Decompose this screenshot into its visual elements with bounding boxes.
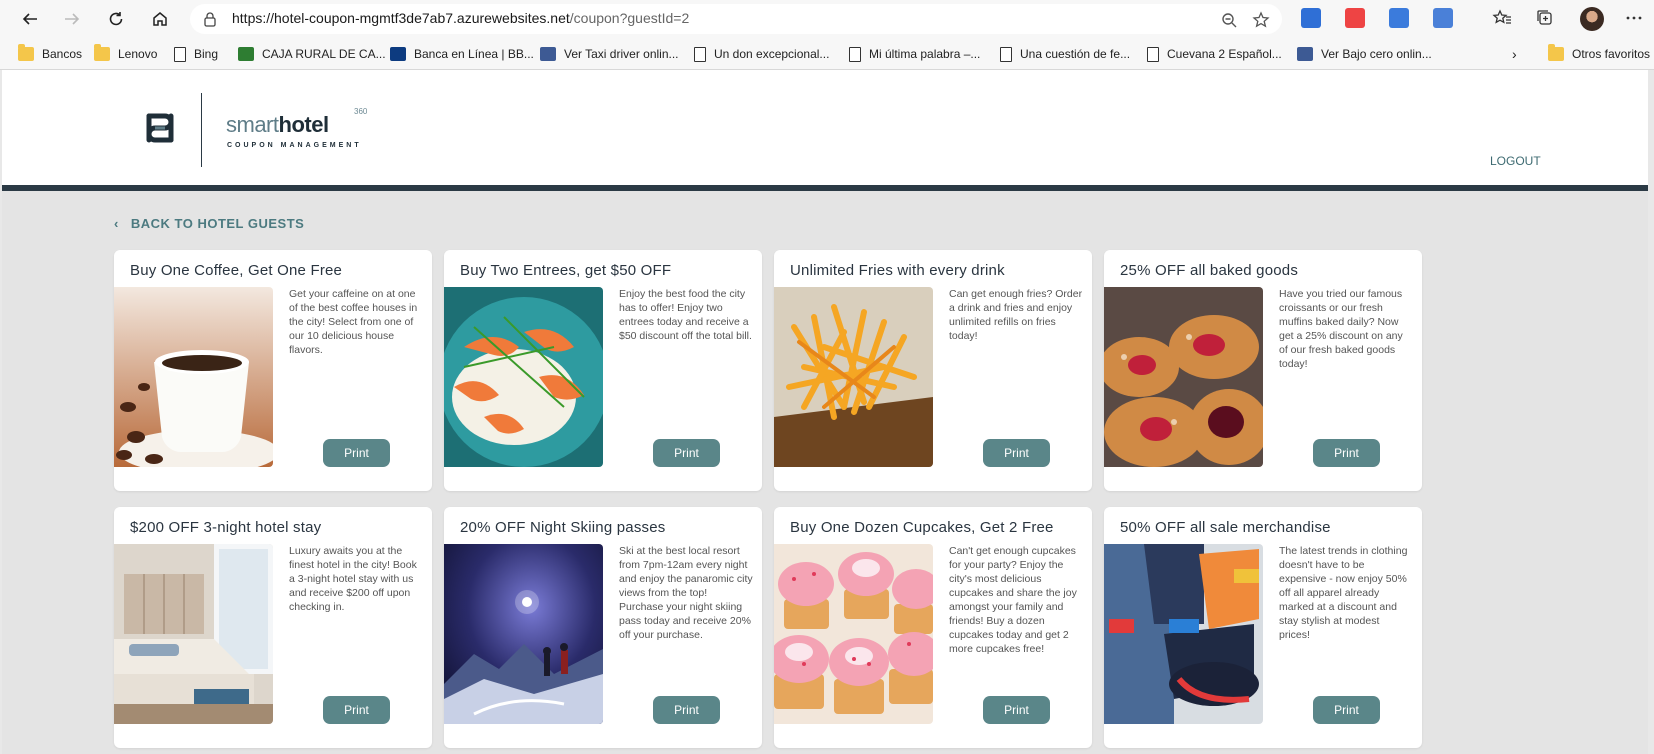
bookmarks-bar: Bancos Lenovo Bing CAJA RURAL DE CA... B… [0,38,1654,70]
coupon-card: Buy One Dozen Cupcakes, Get 2 Free Can't… [774,507,1092,748]
address-bar[interactable]: https://hotel-coupon-mgmtf3de7ab7.azurew… [190,4,1282,34]
add-favorite-star-icon[interactable] [1252,11,1270,29]
coupon-card: 25% OFF all baked goods Have you tried o… [1104,250,1422,491]
print-button[interactable]: Print [323,696,390,724]
sale-clothing-image [1104,544,1263,724]
video-icon [540,47,556,61]
pastries-image [1104,287,1263,467]
bookmark-otros-favoritos[interactable]: Otros favoritos [1548,44,1650,63]
page-icon [174,46,186,62]
brand-name: smarthotel [226,112,329,137]
print-button[interactable]: Print [983,696,1050,724]
folder-icon [1548,44,1564,61]
bookmark-una-cuestion[interactable]: Una cuestión de fe... [1000,45,1130,63]
bookmark-bancos[interactable]: Bancos [18,44,82,63]
smarthotel-logo-icon [146,113,174,143]
print-button[interactable]: Print [983,439,1050,467]
browser-toolbar: https://hotel-coupon-mgmtf3de7ab7.azurew… [0,0,1654,38]
bank-icon [238,47,254,61]
logout-link[interactable]: LOGOUT [1490,154,1541,168]
page-icon [694,46,706,62]
print-button[interactable]: Print [653,439,720,467]
print-button[interactable]: Print [653,696,720,724]
print-button[interactable]: Print [1313,439,1380,467]
bookmark-caja-rural[interactable]: CAJA RURAL DE CA... [238,45,386,63]
french-fries-image [774,287,933,467]
chevron-right-icon[interactable]: › [1512,45,1517,63]
coupon-card: 50% OFF all sale merchandise The latest … [1104,507,1422,748]
coupon-title: Buy Two Entrees, get $50 OFF [460,262,672,279]
coupon-description: Ski at the best local resort from 7pm-12… [619,545,753,641]
coupon-card: Buy Two Entrees, get $50 OFF Enjoy the b… [444,250,762,491]
coupon-title: 50% OFF all sale merchandise [1120,519,1331,536]
bookmark-cuevana[interactable]: Cuevana 2 Español... [1147,45,1282,63]
bookmark-lenovo[interactable]: Lenovo [94,44,157,63]
coupon-title: 25% OFF all baked goods [1120,262,1299,279]
back-arrow-icon[interactable] [18,7,42,31]
coupon-description: Luxury awaits you at the finest hotel in… [289,545,417,613]
video-icon [1297,47,1313,61]
grammar-extension-icon[interactable] [1433,8,1453,28]
folder-icon [94,44,110,61]
bookmark-taxi-driver[interactable]: Ver Taxi driver onlin... [540,45,679,63]
forward-arrow-icon[interactable] [60,7,84,31]
favorites-icon[interactable] [1492,8,1512,28]
coupon-title: 20% OFF Night Skiing passes [460,519,666,536]
cupcakes-image [774,544,933,724]
coupon-description: Can get enough fries? Order a drink and … [949,288,1083,342]
brand-superscript: 360 [354,107,368,116]
coupon-description: Can't get enough cupcakes for your party… [949,545,1077,655]
reload-icon[interactable] [104,7,128,31]
coupon-card: Buy One Coffee, Get One Free Get your ca… [114,250,432,491]
coupon-description: Enjoy the best food the city has to offe… [619,288,752,342]
coupon-title: $200 OFF 3-night hotel stay [130,519,322,536]
coupon-card: 20% OFF Night Skiing passes Ski at the b… [444,507,762,748]
folder-icon [18,44,34,61]
collections-icon[interactable] [1535,8,1555,28]
brand-subtitle: COUPON MANAGEMENT [227,142,362,149]
bookmark-un-don[interactable]: Un don excepcional... [694,45,829,63]
screen-extension-icon[interactable] [1389,8,1409,28]
hotel-room-image [114,544,273,724]
shrimp-dish-image [444,287,603,467]
coffee-cup-image [114,287,273,467]
page-icon [1000,46,1012,62]
bookmark-mi-ultima[interactable]: Mi última palabra –... [849,45,980,63]
lock-icon[interactable] [202,11,218,27]
coupon-description: The latest trends in clothing doesn't ha… [1279,545,1408,641]
chevron-left-icon: ‹ [114,216,119,231]
more-menu-icon[interactable] [1624,8,1644,28]
coupon-title: Buy One Coffee, Get One Free [130,262,343,279]
translate-extension-icon[interactable] [1301,8,1321,28]
bank-icon [390,47,406,61]
url-text[interactable]: https://hotel-coupon-mgmtf3de7ab7.azurew… [232,10,689,26]
logo-divider [201,93,202,167]
bookmark-bing[interactable]: Bing [174,45,218,63]
coupon-title: Unlimited Fries with every drink [790,262,1005,279]
pdf-extension-icon[interactable] [1345,8,1365,28]
home-icon[interactable] [148,7,172,31]
coupon-description: Get your caffeine on at one of the best … [289,288,418,356]
back-link-label: BACK TO HOTEL GUESTS [130,216,305,231]
coupon-card: Unlimited Fries with every drink Can get… [774,250,1092,491]
profile-avatar[interactable] [1580,7,1604,31]
print-button[interactable]: Print [1313,696,1380,724]
site-header: smarthotel 360 COUPON MANAGEMENT LOGOUT [2,70,1648,191]
page-icon [1147,46,1159,62]
coupon-card: $200 OFF 3-night hotel stay Luxury await… [114,507,432,748]
page-icon [849,46,861,62]
back-to-guests-link[interactable]: ‹ BACK TO HOTEL GUESTS [114,216,304,231]
page-content: smarthotel 360 COUPON MANAGEMENT LOGOUT … [2,70,1648,754]
bookmark-bajo-cero[interactable]: Ver Bajo cero onlin... [1297,45,1432,63]
zoom-icon[interactable] [1220,11,1238,29]
print-button[interactable]: Print [323,439,390,467]
coupon-description: Have you tried our famous croissants or … [1279,288,1403,370]
coupon-title: Buy One Dozen Cupcakes, Get 2 Free [790,519,1054,536]
night-ski-image [444,544,603,724]
bookmark-bbva[interactable]: Banca en Línea | BB... [390,45,534,63]
